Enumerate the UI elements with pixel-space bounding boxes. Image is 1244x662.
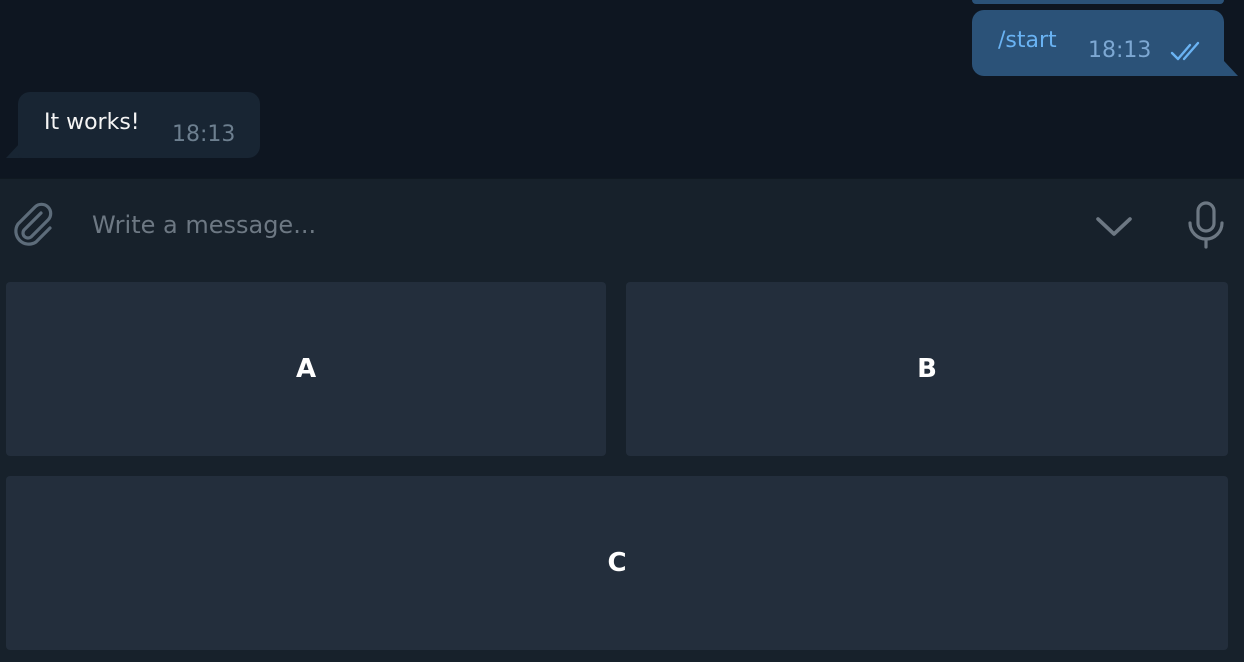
message-text: /start xyxy=(998,28,1057,53)
message-text: It works! xyxy=(44,110,140,135)
message-time: 18:13 xyxy=(172,122,236,147)
double-check-icon xyxy=(1170,41,1200,61)
keyboard-button-b[interactable]: B xyxy=(626,282,1228,456)
keyboard-button-c[interactable]: C xyxy=(6,476,1228,650)
outgoing-message[interactable]: /start 18:13 xyxy=(972,10,1224,76)
message-composer xyxy=(0,178,1244,273)
paperclip-icon[interactable] xyxy=(8,199,58,249)
incoming-message[interactable]: It works! 18:13 xyxy=(18,92,260,158)
microphone-icon[interactable] xyxy=(1184,199,1228,251)
message-time: 18:13 xyxy=(1088,38,1152,63)
previous-message-bubble[interactable] xyxy=(972,0,1224,4)
message-input[interactable] xyxy=(92,197,1052,253)
keyboard-button-a[interactable]: A xyxy=(6,282,606,456)
chat-history: /start 18:13 It works! 18:13 xyxy=(0,0,1244,178)
chevron-down-icon[interactable] xyxy=(1092,207,1136,247)
